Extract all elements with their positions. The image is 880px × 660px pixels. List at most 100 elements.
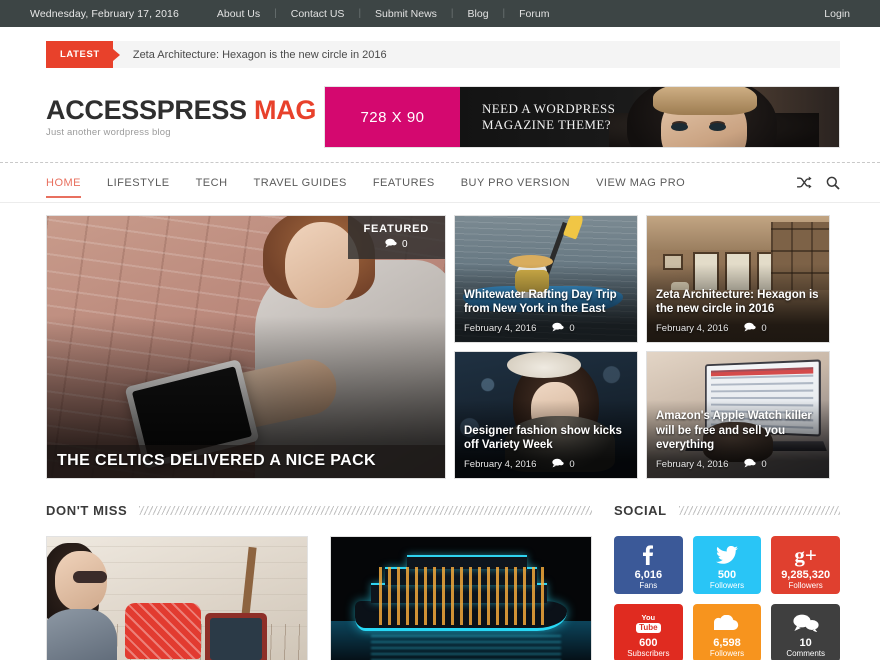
search-icon[interactable] [826, 176, 840, 190]
comments-count: 10 [799, 637, 812, 650]
nav-icon-group [797, 176, 840, 190]
featured-side-column: Whitewater Rafting Day Trip from New Yor… [454, 215, 840, 479]
top-bar: Wednesday, February 17, 2016 About Us | … [0, 0, 880, 27]
dont-miss-heading: DON'T MISS [46, 503, 592, 518]
youtube-icon: You Tube [636, 611, 661, 635]
dont-miss-grid [46, 536, 592, 660]
dont-miss-card-2[interactable] [330, 536, 592, 660]
top-link-contact-us[interactable]: Contact US [277, 8, 359, 20]
ad-size-label: 728 X 90 [325, 87, 460, 147]
rafting-card-body: Whitewater Rafting Day Trip from New Yor… [455, 281, 637, 342]
latest-news-ticker-section: LATEST Zeta Architecture: Hexagon is the… [0, 27, 880, 78]
featured-badge-comments: 0 [364, 238, 429, 251]
rafting-card-date: February 4, 2016 [464, 323, 537, 334]
facebook-label: Fans [639, 581, 658, 591]
site-branding[interactable]: ACCESSPRESS MAG Just another wordpress b… [46, 96, 316, 139]
rafting-card-title[interactable]: Whitewater Rafting Day Trip from New Yor… [464, 288, 628, 317]
comment-bubble-icon [552, 458, 565, 471]
dont-miss-image-2 [331, 537, 591, 660]
logo-text-accent: MAG [253, 94, 317, 125]
featured-side-row-top: Whitewater Rafting Day Trip from New Yor… [454, 215, 840, 343]
featured-card-fashion[interactable]: Designer fashion show kicks off Variety … [454, 351, 638, 479]
amazon-card-meta: February 4, 2016 0 [656, 458, 820, 471]
social-heading: SOCIAL [614, 503, 840, 518]
featured-card-rafting[interactable]: Whitewater Rafting Day Trip from New Yor… [454, 215, 638, 343]
fashion-card-comments: 0 [552, 458, 575, 471]
comment-bubble-icon [744, 322, 757, 335]
featured-card-amazon-watch[interactable]: Amazon's Apple Watch killer will be free… [646, 351, 830, 479]
social-tile-twitter[interactable]: 500 Followers [692, 536, 762, 594]
login-link[interactable]: Login [824, 8, 850, 20]
ticker-headline[interactable]: Zeta Architecture: Hexagon is the new ci… [133, 49, 387, 61]
ad-headline: NEED A WORDPRESS MAGAZINE THEME? [460, 101, 615, 134]
latest-badge: LATEST [46, 41, 120, 68]
zeta-card-meta: February 4, 2016 0 [656, 322, 820, 335]
dont-miss-section: DON'T MISS [46, 503, 592, 660]
main-navigation-bar: HOME LIFESTYLE TECH TRAVEL GUIDES FEATUR… [0, 162, 880, 203]
zeta-card-date: February 4, 2016 [656, 323, 729, 334]
top-link-about-us[interactable]: About Us [203, 8, 274, 20]
comments-icon [793, 611, 819, 635]
shuffle-icon[interactable] [797, 176, 812, 189]
comment-bubble-icon [552, 322, 565, 335]
dont-miss-card-1[interactable] [46, 536, 308, 660]
zeta-card-title[interactable]: Zeta Architecture: Hexagon is the new ci… [656, 288, 820, 317]
logo-text-primary: ACCESSPRESS [46, 94, 247, 125]
zeta-card-body: Zeta Architecture: Hexagon is the new ci… [647, 281, 829, 342]
comment-bubble-icon [744, 458, 757, 471]
social-tile-soundcloud[interactable]: 6,598 Followers [692, 604, 762, 660]
fashion-comment-count: 0 [569, 459, 575, 470]
ad-headline-line1: NEED A WORDPRESS [482, 100, 616, 116]
featured-posts-grid: FEATURED 0 THE CELTICS DELIVERED A NICE … [0, 203, 880, 479]
youtube-count: 600 [639, 637, 658, 650]
featured-card-zeta-architecture[interactable]: Zeta Architecture: Hexagon is the new ci… [646, 215, 830, 343]
top-link-forum[interactable]: Forum [505, 8, 563, 20]
fashion-card-body: Designer fashion show kicks off Variety … [455, 417, 637, 478]
main-navigation: HOME LIFESTYLE TECH TRAVEL GUIDES FEATUR… [0, 163, 880, 202]
social-tile-youtube[interactable]: You Tube 600 Subscribers [614, 604, 683, 660]
nav-item-home[interactable]: HOME [46, 163, 81, 202]
nav-item-buy-pro-version[interactable]: BUY PRO VERSION [461, 163, 570, 202]
top-link-submit-news[interactable]: Submit News [361, 8, 451, 20]
featured-main-card[interactable]: FEATURED 0 THE CELTICS DELIVERED A NICE … [46, 215, 446, 479]
rafting-comment-count: 0 [569, 323, 575, 334]
latest-news-ticker: LATEST Zeta Architecture: Hexagon is the… [46, 41, 840, 68]
heading-rule [678, 506, 840, 515]
facebook-icon [642, 543, 654, 567]
social-tile-googleplus[interactable]: g+ 9,285,320 Followers [771, 536, 840, 594]
nav-item-features[interactable]: FEATURES [373, 163, 435, 202]
dont-miss-image-1 [47, 537, 307, 660]
amazon-card-body: Amazon's Apple Watch killer will be free… [647, 402, 829, 478]
amazon-card-title[interactable]: Amazon's Apple Watch killer will be free… [656, 409, 820, 453]
site-tagline: Just another wordpress blog [46, 127, 171, 139]
ad-model-photo [609, 87, 839, 147]
lower-content-area: DON'T MISS SOCIAL 6,016 Fans 500 Followe… [0, 479, 880, 660]
rafting-card-meta: February 4, 2016 0 [464, 322, 628, 335]
social-tile-facebook[interactable]: 6,016 Fans [614, 536, 683, 594]
social-title: SOCIAL [614, 503, 667, 518]
nav-item-view-mag-pro[interactable]: VIEW MAG PRO [596, 163, 685, 202]
dont-miss-title: DON'T MISS [46, 503, 128, 518]
googleplus-label: Followers [788, 581, 823, 591]
top-link-blog[interactable]: Blog [454, 8, 503, 20]
zeta-card-comments: 0 [744, 322, 767, 335]
twitter-count: 500 [717, 569, 737, 582]
amazon-card-comments: 0 [744, 458, 767, 471]
nav-item-travel-guides[interactable]: TRAVEL GUIDES [254, 163, 347, 202]
top-nav-links: About Us | Contact US | Submit News | Bl… [203, 8, 564, 20]
soundcloud-label: Followers [709, 649, 745, 659]
zeta-comment-count: 0 [761, 323, 767, 334]
fashion-card-title[interactable]: Designer fashion show kicks off Variety … [464, 424, 628, 453]
featured-comment-count: 0 [401, 239, 408, 250]
amazon-card-date: February 4, 2016 [656, 459, 729, 470]
social-tile-comments[interactable]: 10 Comments [771, 604, 840, 660]
nav-item-lifestyle[interactable]: LIFESTYLE [107, 163, 170, 202]
featured-badge-label: FEATURED [363, 223, 429, 235]
featured-main-title[interactable]: THE CELTICS DELIVERED A NICE PACK [57, 452, 435, 470]
soundcloud-icon [713, 611, 741, 635]
site-logo: ACCESSPRESS MAG [46, 96, 316, 124]
twitter-icon [715, 543, 738, 567]
nav-item-tech[interactable]: TECH [196, 163, 228, 202]
header-ad-banner[interactable]: 728 X 90 NEED A WORDPRESS MAGAZINE THEME… [324, 86, 840, 148]
social-tiles-grid: 6,016 Fans 500 Followers g+ 9,285,320 Fo… [614, 536, 840, 660]
